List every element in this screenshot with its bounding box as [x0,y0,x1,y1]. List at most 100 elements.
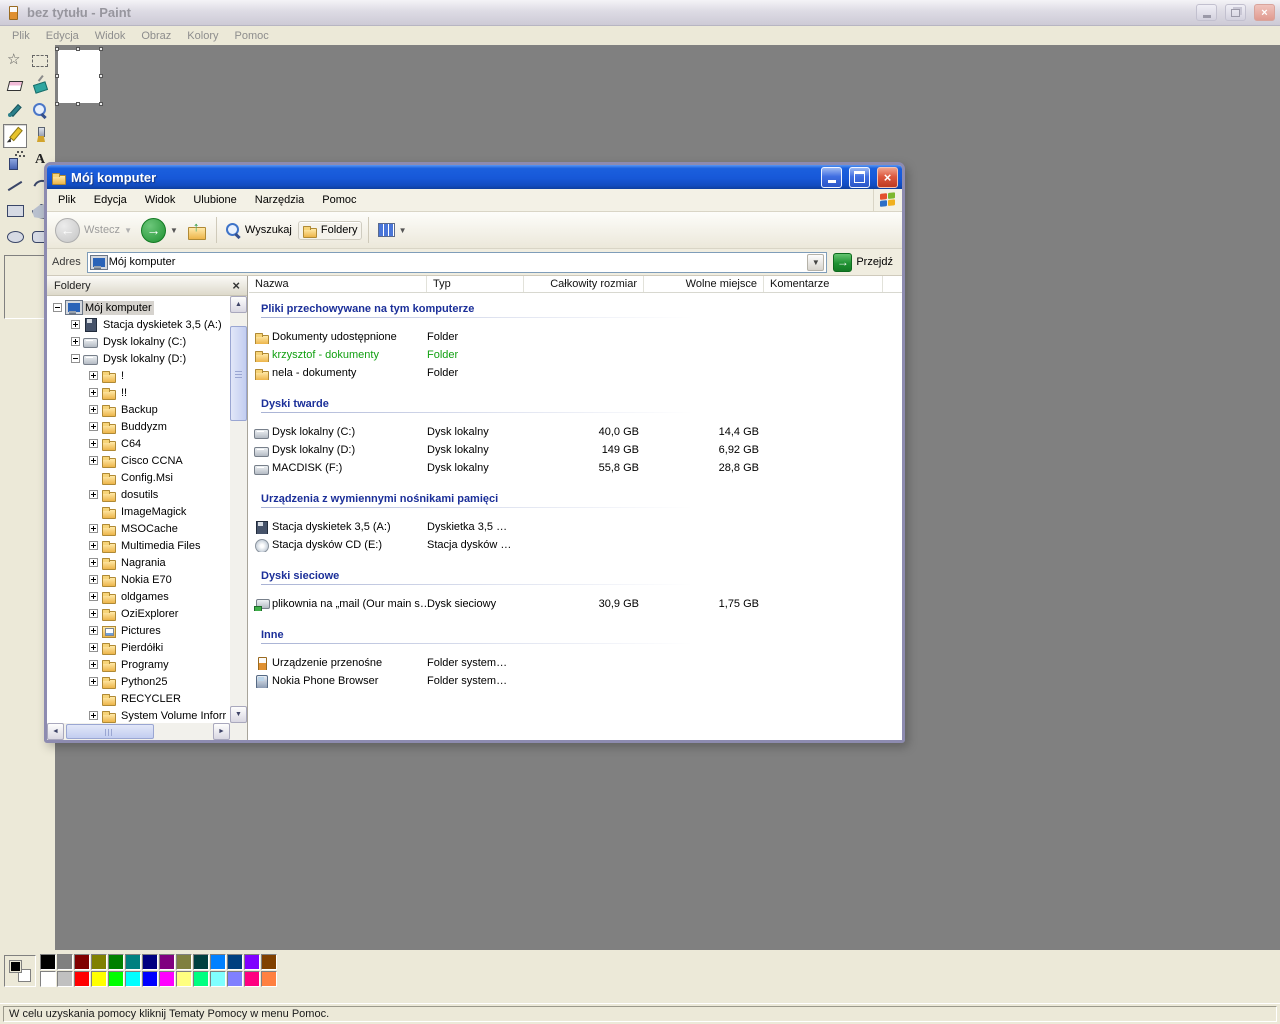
paint-menu-obraz[interactable]: Obraz [133,28,179,44]
tree-item-label[interactable]: Dysk lokalny (D:) [101,352,188,366]
list-item-dysk-lokalny-c[interactable]: Dysk lokalny (C:) Dysk lokalny 40,0 GB 1… [249,423,902,441]
tree-item-cisco-ccna[interactable]: Cisco CCNA [47,452,230,469]
resize-handle[interactable] [99,47,103,51]
current-colors-indicator[interactable] [4,955,36,987]
item-name[interactable]: krzysztof - dokumenty [272,349,379,361]
column-header-total-size[interactable]: Całkowity rozmiar [524,276,644,292]
tree-item-buddyzm[interactable]: Buddyzm [47,418,230,435]
tree-vertical-scrollbar[interactable]: ▲ ▼ [230,296,247,723]
tree-item-recycler[interactable]: RECYCLER [47,690,230,707]
tree-item-label[interactable]: Nokia E70 [119,573,174,587]
color-swatch[interactable] [227,971,243,987]
tree-item-dysk-lokalny-c[interactable]: Dysk lokalny (C:) [47,333,230,350]
paint-menu-plik[interactable]: Plik [4,28,38,44]
tree-item-pictures[interactable]: Pictures [47,622,230,639]
resize-handle[interactable] [55,102,59,106]
tree-item-label[interactable]: Nagrania [119,556,168,570]
resize-handle[interactable] [55,74,59,78]
tree-item-label[interactable]: Programy [119,658,171,672]
column-header-comments[interactable]: Komentarze [764,276,883,292]
expand-toggle-icon[interactable] [89,575,98,584]
explorer-menu-widok[interactable]: Widok [136,191,185,209]
tree-item-item[interactable]: ! [47,367,230,384]
color-swatch[interactable] [261,971,277,987]
tree-item-dosutils[interactable]: dosutils [47,486,230,503]
go-button[interactable]: → Przejdź [833,253,897,272]
color-swatch[interactable] [108,954,124,970]
item-name[interactable]: Urządzenie przenośne [272,657,382,669]
tree-item-nagrania[interactable]: Nagrania [47,554,230,571]
list-item-macdisk-f[interactable]: MACDISK (F:) Dysk lokalny 55,8 GB 28,8 G… [249,459,902,477]
color-swatch[interactable] [40,971,56,987]
item-name[interactable]: Dysk lokalny (C:) [272,426,355,438]
tree-item-stacja-dyskietek-3-5-a[interactable]: Stacja dyskietek 3,5 (A:) [47,316,230,333]
tree-horizontal-scrollbar[interactable]: ◄ ► [47,723,230,740]
color-swatch[interactable] [91,971,107,987]
paint-menu-edycja[interactable]: Edycja [38,28,87,44]
scroll-down-button[interactable]: ▼ [230,706,247,723]
explorer-maximize-button[interactable] [849,167,870,188]
tree-item-oziexplorer[interactable]: OziExplorer [47,605,230,622]
tree-item-label[interactable]: OziExplorer [119,607,180,621]
item-name[interactable]: Stacja dysków CD (E:) [272,539,382,551]
color-swatch[interactable] [176,971,192,987]
tree-item-system-volume-inforr[interactable]: System Volume Inforr [47,707,230,723]
tree-item-label[interactable]: MSOCache [119,522,180,536]
color-swatch[interactable] [176,954,192,970]
expand-toggle-icon[interactable] [71,337,80,346]
resize-handle[interactable] [76,102,80,106]
column-header-name[interactable]: Nazwa [249,276,427,292]
tree-item-multimedia-files[interactable]: Multimedia Files [47,537,230,554]
paint-restore-button[interactable] [1225,4,1246,21]
expand-toggle-icon[interactable] [89,456,98,465]
color-swatch[interactable] [193,971,209,987]
color-swatch[interactable] [142,971,158,987]
address-input[interactable]: Mój komputer ▼ [87,252,828,273]
paint-canvas[interactable] [58,50,100,103]
color-swatch[interactable] [159,971,175,987]
paint-menu-widok[interactable]: Widok [87,28,134,44]
tool-brush[interactable] [28,124,52,148]
color-swatch[interactable] [193,954,209,970]
tree-item-m-j-komputer[interactable]: Mój komputer [47,299,230,316]
tool-magnifier[interactable] [28,99,52,123]
scroll-left-button[interactable]: ◄ [47,723,64,740]
tree-item-label[interactable]: Buddyzm [119,420,169,434]
color-swatch[interactable] [159,954,175,970]
back-dropdown-icon[interactable]: ▼ [124,226,132,235]
item-name[interactable]: Dysk lokalny (D:) [272,444,355,456]
folders-button[interactable]: Foldery [298,221,362,240]
back-button[interactable]: ← Wstecz ▼ [52,216,135,245]
address-dropdown-button[interactable]: ▼ [807,254,824,271]
expand-toggle-icon[interactable] [89,660,98,669]
scroll-up-button[interactable]: ▲ [230,296,247,313]
tree-item-nokia-e70[interactable]: Nokia E70 [47,571,230,588]
color-swatch[interactable] [57,954,73,970]
expand-toggle-icon[interactable] [89,371,98,380]
resize-handle[interactable] [55,47,59,51]
tree-item-label[interactable]: Pierdółki [119,641,165,655]
tree-item-label[interactable]: !! [119,386,129,400]
tree-item-item[interactable]: !! [47,384,230,401]
tree-item-label[interactable]: ImageMagick [119,505,188,519]
color-swatch[interactable] [57,971,73,987]
color-swatch[interactable] [40,954,56,970]
tree-item-label[interactable]: Stacja dyskietek 3,5 (A:) [101,318,224,332]
explorer-menu-plik[interactable]: Plik [49,191,85,209]
paint-menu-pomoc[interactable]: Pomoc [226,28,276,44]
tree-item-label[interactable]: Python25 [119,675,169,689]
tree-item-label[interactable]: dosutils [119,488,160,502]
explorer-menu-ulubione[interactable]: Ulubione [184,191,245,209]
tree-item-programy[interactable]: Programy [47,656,230,673]
list-item-dysk-lokalny-d[interactable]: Dysk lokalny (D:) Dysk lokalny 149 GB 6,… [249,441,902,459]
expand-toggle-icon[interactable] [89,439,98,448]
resize-handle[interactable] [99,74,103,78]
tree-item-label[interactable]: Dysk lokalny (C:) [101,335,188,349]
address-value[interactable]: Mój komputer [109,256,176,268]
tree-item-config-msi[interactable]: Config.Msi [47,469,230,486]
explorer-minimize-button[interactable] [821,167,842,188]
color-swatch[interactable] [210,954,226,970]
tree-item-label[interactable]: System Volume Inforr [119,709,228,723]
expand-toggle-icon[interactable] [89,677,98,686]
color-swatch[interactable] [108,971,124,987]
